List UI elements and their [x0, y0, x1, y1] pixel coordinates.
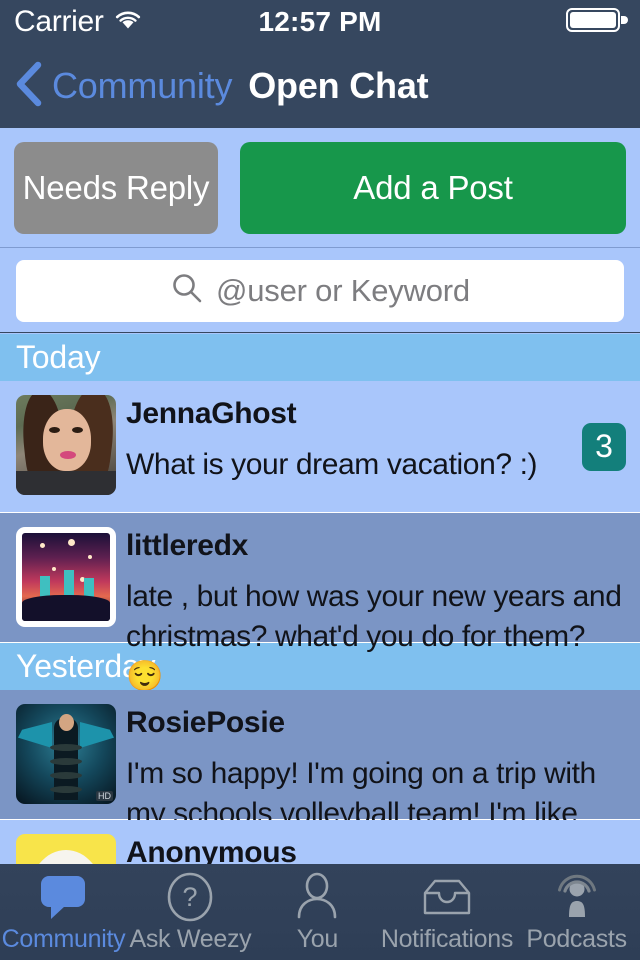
table-row[interactable]: Anonymous — [0, 820, 640, 864]
avatar-rosieposie: HD — [16, 704, 116, 804]
battery-full-icon — [566, 6, 628, 39]
tab-label: Ask Weezy — [129, 925, 252, 953]
status-bar: Carrier 12:57 PM — [0, 0, 640, 44]
search-bar: @user or Keyword — [0, 249, 640, 333]
tab-label: You — [296, 925, 339, 953]
clock: 12:57 PM — [258, 6, 382, 37]
person-icon — [291, 871, 343, 923]
row-content: Anonymous — [116, 834, 624, 864]
row-content: RosiePosie I'm so happy! I'm going on a … — [116, 704, 624, 864]
username: Anonymous — [126, 836, 297, 864]
username: RosiePosie — [126, 706, 285, 739]
back-button-label[interactable]: Community — [52, 65, 232, 107]
table-row[interactable]: HD RosiePosie I'm so happy! I'm going on… — [0, 690, 640, 864]
avatar-anonymous — [16, 834, 116, 864]
inbox-tray-icon — [419, 871, 475, 923]
needs-reply-button[interactable]: Needs Reply — [14, 141, 218, 234]
row-content: JennaGhost What is your dream vacation? … — [116, 395, 624, 502]
table-row[interactable]: JennaGhost What is your dream vacation? … — [0, 381, 640, 513]
svg-text:?: ? — [183, 882, 198, 912]
tab-label: Community — [1, 925, 126, 953]
table-row[interactable]: littleredx late , but how was your new y… — [0, 513, 640, 693]
chat-list[interactable]: Today JennaGhost What is your dream vaca… — [0, 334, 640, 864]
message-text: late , but how was your new years and ch… — [126, 580, 622, 693]
question-circle-icon: ? — [164, 871, 216, 923]
podcast-icon — [551, 871, 603, 923]
action-bar: Needs Reply Add a Post — [0, 128, 640, 248]
tab-community[interactable]: Community — [0, 864, 127, 960]
status-badge: 3 — [582, 422, 626, 471]
tab-notifications[interactable]: Notifications — [381, 864, 513, 960]
chevron-left-icon[interactable] — [14, 60, 44, 113]
section-header-today: Today — [0, 334, 640, 381]
status-bar-right — [566, 6, 628, 39]
username: JennaGhost — [126, 397, 297, 430]
search-icon — [170, 271, 204, 310]
tab-label: Podcasts — [526, 925, 627, 953]
tab-podcasts[interactable]: Podcasts — [513, 864, 640, 960]
navigation-bar: Community Open Chat — [0, 44, 640, 128]
add-post-button[interactable]: Add a Post — [240, 141, 626, 234]
tab-label: Notifications — [380, 925, 514, 953]
avatar-littleredx — [16, 527, 116, 627]
tab-bar: Community ? Ask Weezy You Notifications … — [0, 864, 640, 960]
username: littleredx — [126, 529, 249, 562]
search-placeholder: @user or Keyword — [216, 272, 470, 308]
tab-you[interactable]: You — [254, 864, 381, 960]
row-content: littleredx late , but how was your new y… — [116, 527, 624, 693]
avatar-jennaghost — [16, 395, 116, 495]
page-title: Open Chat — [248, 65, 429, 106]
search-input[interactable]: @user or Keyword — [16, 259, 624, 322]
app-screen: Carrier 12:57 PM Community Open Chat Nee… — [0, 0, 640, 960]
speech-bubble-icon — [35, 871, 91, 923]
tab-ask-weezy[interactable]: ? Ask Weezy — [127, 864, 254, 960]
message-text: What is your dream vacation? :) — [126, 448, 538, 481]
